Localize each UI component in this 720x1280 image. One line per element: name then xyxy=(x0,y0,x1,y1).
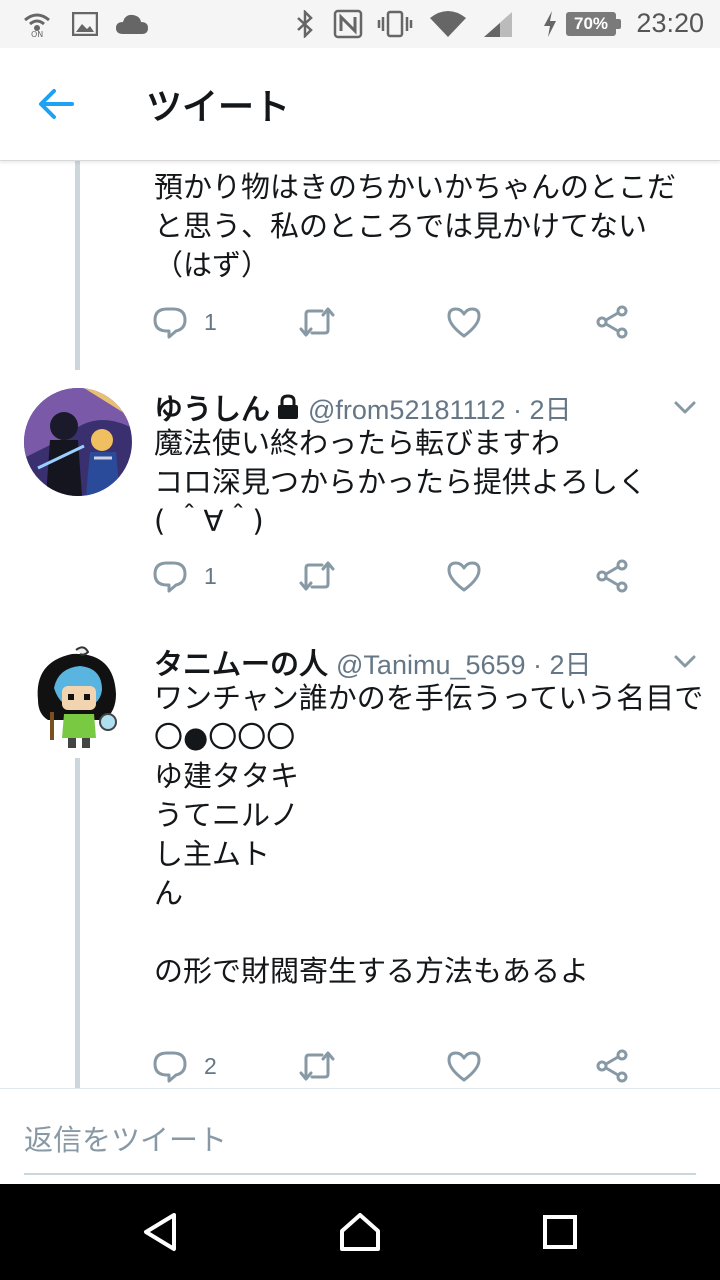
reply-icon xyxy=(153,307,187,339)
bluetooth-icon xyxy=(292,10,318,38)
tweet-text: 魔法使い終わったら転びますわ コロ深見つからかったら提供よろしく ( ＾∀＾) xyxy=(154,426,648,538)
nfc-icon xyxy=(332,9,364,39)
system-nav-bar xyxy=(0,1184,720,1280)
wifi-calling-icon: ON xyxy=(20,10,54,38)
display-name[interactable]: ゆうしん xyxy=(154,386,270,428)
retweet-button[interactable] xyxy=(298,558,336,594)
tweet-header: ゆうしん @from52181112 · 2日 xyxy=(154,386,572,428)
back-button[interactable] xyxy=(30,78,82,130)
arrow-left-icon xyxy=(39,89,74,119)
svg-text:ON: ON xyxy=(31,30,43,38)
reply-input[interactable]: 返信をツイート xyxy=(24,1117,227,1159)
charging-icon xyxy=(540,10,560,38)
reply-count: 1 xyxy=(204,562,217,589)
reply-icon xyxy=(153,1051,187,1083)
tweet-header: タニムーの人 @Tanimu_5659 · 2日 xyxy=(154,641,592,683)
nav-home-button[interactable] xyxy=(334,1206,386,1258)
reply-count: 2 xyxy=(204,1052,217,1079)
reply-button[interactable]: 1 xyxy=(152,558,217,594)
tweet-actions: 1 xyxy=(152,558,632,598)
handle[interactable]: @from52181112 · 2日 xyxy=(308,388,572,427)
battery-indicator: 70% xyxy=(566,12,621,36)
signal-icon xyxy=(480,10,516,38)
reply-button[interactable]: 2 xyxy=(152,1048,217,1084)
input-underline xyxy=(24,1173,696,1175)
status-bar: ON 70% 23:20 xyxy=(0,0,720,48)
share-icon xyxy=(596,1049,628,1083)
tweet-actions: 1 xyxy=(152,304,632,344)
avatar[interactable] xyxy=(24,642,132,750)
avatar[interactable] xyxy=(24,388,132,496)
reply-icon xyxy=(153,561,187,593)
triangle-back-icon xyxy=(144,1213,176,1251)
share-button[interactable] xyxy=(594,1048,630,1084)
heart-icon xyxy=(447,1051,481,1082)
square-recents-icon xyxy=(543,1215,577,1249)
thread-connector xyxy=(75,758,80,1088)
retweet-icon xyxy=(299,561,335,591)
clock: 23:20 xyxy=(636,8,704,38)
like-button[interactable] xyxy=(446,558,482,594)
retweet-icon xyxy=(299,307,335,337)
like-button[interactable] xyxy=(446,304,482,340)
chevron-down-icon[interactable] xyxy=(672,648,698,674)
reply-count: 1 xyxy=(204,308,217,335)
lock-icon xyxy=(278,394,299,419)
share-button[interactable] xyxy=(594,558,630,594)
image-icon xyxy=(70,10,100,38)
share-icon xyxy=(596,305,628,339)
page-title: ツイート xyxy=(146,87,291,128)
like-button[interactable] xyxy=(446,1048,482,1084)
reply-button[interactable]: 1 xyxy=(152,304,217,340)
tweet-text: 預かり物はきのちかいかちゃんのとこだと思う、私のところでは見かけてない（はず） xyxy=(154,170,677,282)
vibrate-icon xyxy=(376,10,414,38)
nav-back-button[interactable] xyxy=(134,1206,186,1258)
share-button[interactable] xyxy=(594,304,630,340)
retweet-icon xyxy=(299,1051,335,1081)
heart-icon xyxy=(447,561,481,592)
retweet-button[interactable] xyxy=(298,1048,336,1084)
app-header: ツイート xyxy=(0,48,720,161)
handle[interactable]: @Tanimu_5659 · 2日 xyxy=(336,643,592,682)
reply-composer: 返信をツイート xyxy=(0,1088,720,1185)
thread-connector xyxy=(75,160,80,370)
home-icon xyxy=(340,1213,380,1251)
tweet-text: ワンチャン誰かのを手伝うっていう名目で 〇●〇〇〇 ゆ建タタキ うてニルノ し主… xyxy=(154,681,704,988)
cloud-icon xyxy=(114,10,150,38)
chevron-down-icon[interactable] xyxy=(672,394,698,420)
tweet-actions: 2 xyxy=(152,1048,632,1088)
retweet-button[interactable] xyxy=(298,304,336,340)
heart-icon xyxy=(447,307,481,338)
display-name[interactable]: タニムーの人 xyxy=(154,641,328,683)
nav-recents-button[interactable] xyxy=(534,1206,586,1258)
share-icon xyxy=(596,559,628,593)
wifi-icon xyxy=(428,10,468,38)
